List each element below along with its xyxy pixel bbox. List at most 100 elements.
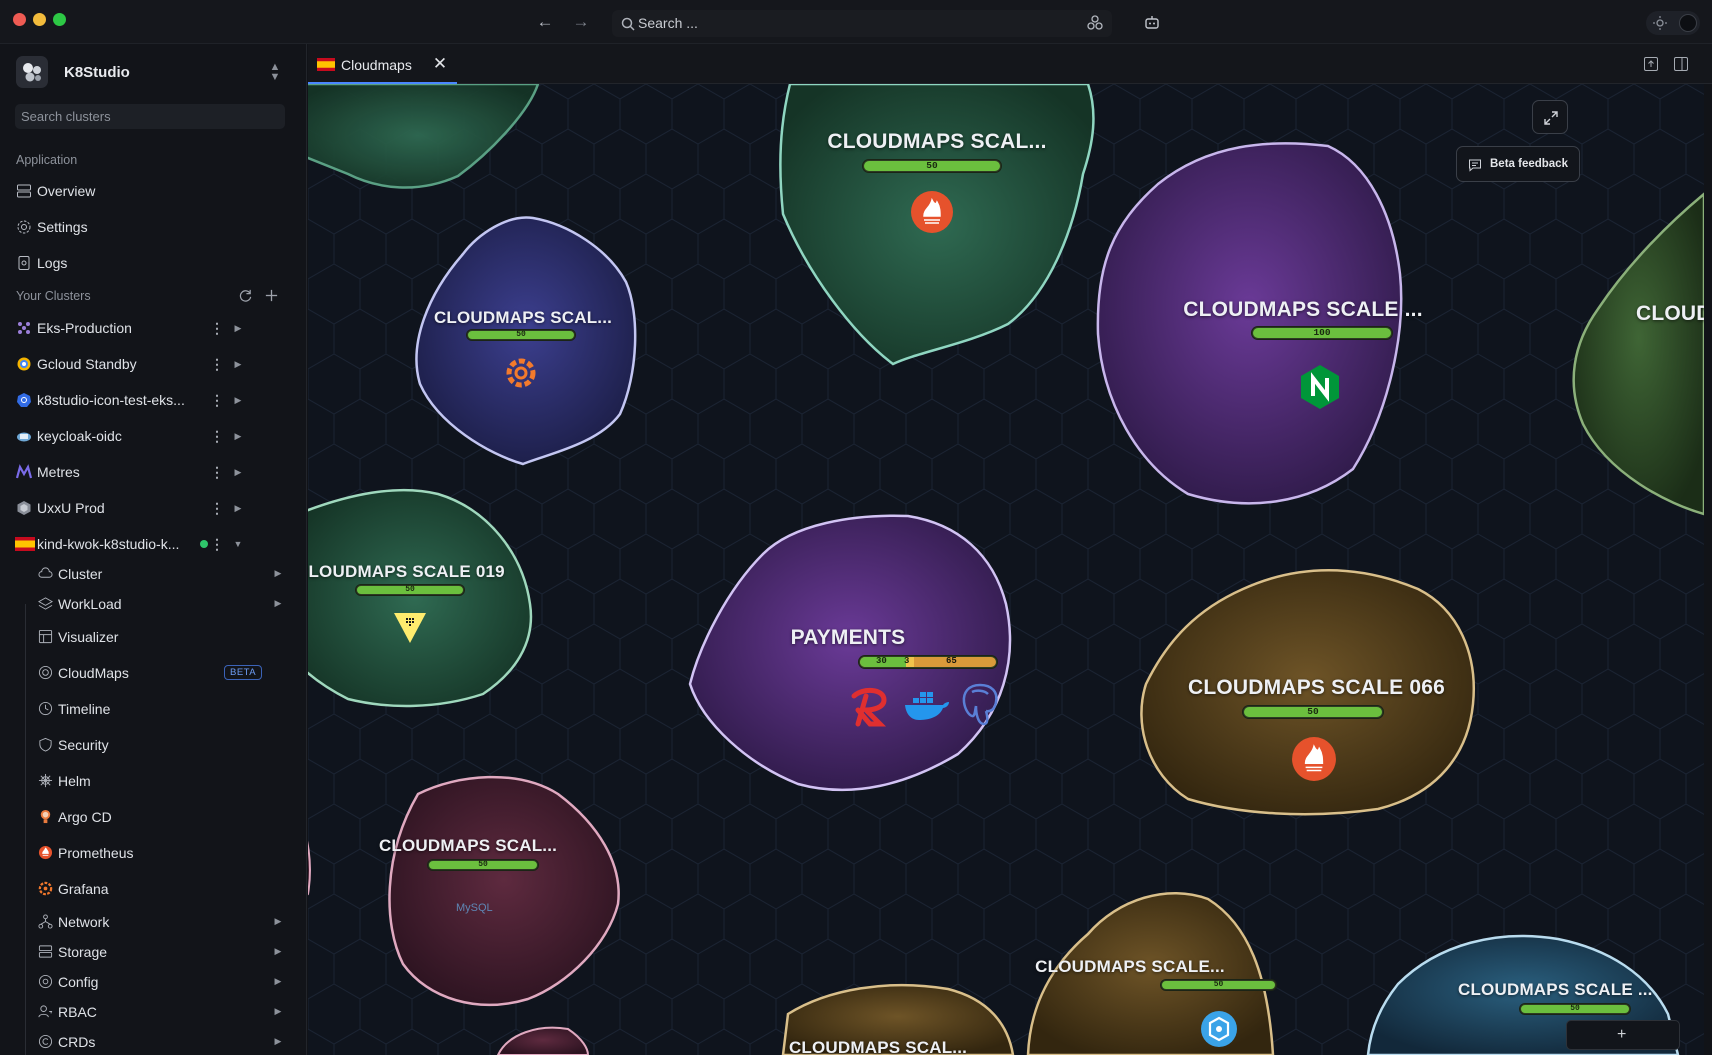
collapse-arrow-icon[interactable]: ▼ [232,536,244,552]
blob-title: CLOUDMAPS SCAL... [433,308,613,327]
refresh-icon[interactable] [238,288,253,303]
sub-item-visualizer[interactable]: Visualizer [38,626,286,648]
sidebar: K8Studio ▲▼ Application Overview Setting… [0,44,307,1055]
connected-status-dot [200,540,208,548]
expand-arrow-icon[interactable]: ▶ [232,464,244,480]
global-search[interactable] [612,10,1112,37]
sub-item-rbac[interactable]: RBAC ▶ [38,1001,286,1023]
sub-item-grafana[interactable]: Grafana [38,878,286,900]
cloudmaps-map [308,84,1704,1055]
resource-bar: 50 [467,330,575,340]
split-view-icon[interactable] [1673,56,1689,72]
export-icon[interactable] [1643,56,1659,72]
back-arrow-icon[interactable]: ← [535,12,555,32]
sub-item-label: Config [58,974,99,990]
sub-item-config[interactable]: Config ▶ [38,971,286,993]
sub-item-cluster[interactable]: Cluster ▶ [38,563,286,585]
nginx-icon [1301,365,1339,409]
beta-feedback-label: Beta feedback [1490,158,1568,170]
sub-item-label: Helm [58,773,91,789]
kebab-menu-icon[interactable]: ⋮ [210,428,224,444]
expand-arrow-icon[interactable]: ▶ [232,428,244,444]
cluster-item-uxxu-prod[interactable]: UxxU Prod ⋮ ▶ [16,497,286,519]
global-search-input[interactable] [638,13,1018,33]
cluster-name: UxxU Prod [37,500,105,516]
cluster-item-kind-kwok[interactable]: kind-kwok-k8studio-k... ⋮ ▼ [15,533,286,555]
sub-item-helm[interactable]: Helm [38,770,286,792]
sub-item-storage[interactable]: Storage ▶ [38,941,286,963]
application-section-label: Application [16,153,78,167]
expand-arrow-icon: ▶ [274,1036,282,1046]
storage-icon [38,945,53,958]
kebab-menu-icon[interactable]: ⋮ [210,392,224,408]
blob-title: PAYMENTS [790,626,906,649]
robot-icon[interactable] [1143,13,1161,31]
cluster-item-gcloud-standby[interactable]: Gcloud Standby ⋮ ▶ [16,353,286,375]
docker-icon [905,692,949,720]
sub-item-label: Timeline [58,701,111,717]
sub-item-label: CloudMaps [58,665,129,681]
subtree-line [25,604,26,1055]
cluster-actions: ⋮ ▶ [210,498,250,518]
kebab-menu-icon[interactable]: ⋮ [210,356,224,372]
add-cluster-icon[interactable] [264,288,279,303]
nav-overview[interactable]: Overview [16,180,286,202]
tab-cloudmaps[interactable]: Cloudmaps ✕ [308,48,457,84]
bar-label: 50 [1570,1004,1580,1013]
forward-arrow-icon[interactable]: → [571,12,591,32]
expand-arrow-icon[interactable]: ▶ [232,356,244,372]
bar-label: 50 [926,160,938,171]
kebab-menu-icon[interactable]: ⋮ [210,320,224,336]
cluster-actions: ⋮ ▶ [210,318,250,338]
grafana-icon [38,881,53,896]
sub-item-crds[interactable]: CRDs ▶ [38,1031,286,1053]
close-window-button[interactable] [13,13,26,26]
sub-item-label: Storage [58,944,108,960]
theme-toggle[interactable] [1646,11,1700,35]
blob-title: CLOUDMAPS SCAL... [827,130,1047,153]
sub-item-prometheus[interactable]: Prometheus [38,842,286,864]
nav-settings[interactable]: Settings [16,216,286,238]
resource-bar: 100 [1252,327,1392,339]
beta-feedback-button[interactable]: Beta feedback [1456,146,1580,182]
search-icon [621,17,635,31]
kebab-menu-icon[interactable]: ⋮ [210,500,224,516]
expand-arrow-icon[interactable]: ▶ [232,320,244,336]
resource-bar: 50 [1520,1004,1630,1014]
sub-item-workload[interactable]: WorkLoad ▶ [38,593,286,615]
cluster-item-eks-production[interactable]: Eks-Production ⋮ ▶ [16,317,286,339]
cluster-name: keycloak-oidc [37,428,122,444]
beta-badge: BETA [224,665,263,680]
your-clusters-label: Your Clusters [16,289,91,303]
sub-item-network[interactable]: Network ▶ [38,911,286,933]
cluster-item-k8studio-icon-test[interactable]: k8studio-icon-test-eks... ⋮ ▶ [16,389,286,411]
minimize-window-button[interactable] [33,13,46,26]
sub-item-security[interactable]: Security [38,734,286,756]
expand-arrow-icon[interactable]: ▶ [232,392,244,408]
ai-assistant-icon[interactable] [1086,14,1104,32]
bar-label: 100 [1313,327,1331,338]
cluster-search-input[interactable] [15,104,285,129]
sub-item-timeline[interactable]: Timeline [38,698,286,720]
sub-item-argocd[interactable]: Argo CD [38,806,286,828]
expand-arrow-icon[interactable]: ▶ [232,500,244,516]
kebab-menu-icon[interactable]: ⋮ [210,536,224,552]
zoom-control[interactable]: + [1566,1020,1680,1050]
sub-item-cloudmaps[interactable]: CloudMaps BETA [38,662,286,684]
layers-icon [38,597,53,610]
close-tab-icon[interactable]: ✕ [432,54,448,74]
fullscreen-button[interactable] [1532,100,1568,134]
kubernetes-icon [17,393,31,407]
zoom-window-button[interactable] [53,13,66,26]
cluster-name: k8studio-icon-test-eks... [37,392,185,408]
network-icon [38,914,53,929]
cloudmaps-canvas[interactable]: CLOUDMAPS SCAL... 50 CLOUDMAPS SCAL... 5… [308,84,1704,1055]
nav-logs[interactable]: Logs [16,252,286,274]
cluster-item-metres[interactable]: Metres ⋮ ▶ [16,461,286,483]
workspace-switcher[interactable]: K8Studio ▲ ▼ [16,56,286,90]
kebab-menu-icon[interactable]: ⋮ [210,464,224,480]
blob-title: CLOUDMAPS SCALE... [1035,957,1225,976]
cluster-item-keycloak-oidc[interactable]: keycloak-oidc ⋮ ▶ [16,425,286,447]
resource-bar: 50 [356,585,464,595]
zoom-in-button[interactable]: + [1617,1026,1626,1044]
